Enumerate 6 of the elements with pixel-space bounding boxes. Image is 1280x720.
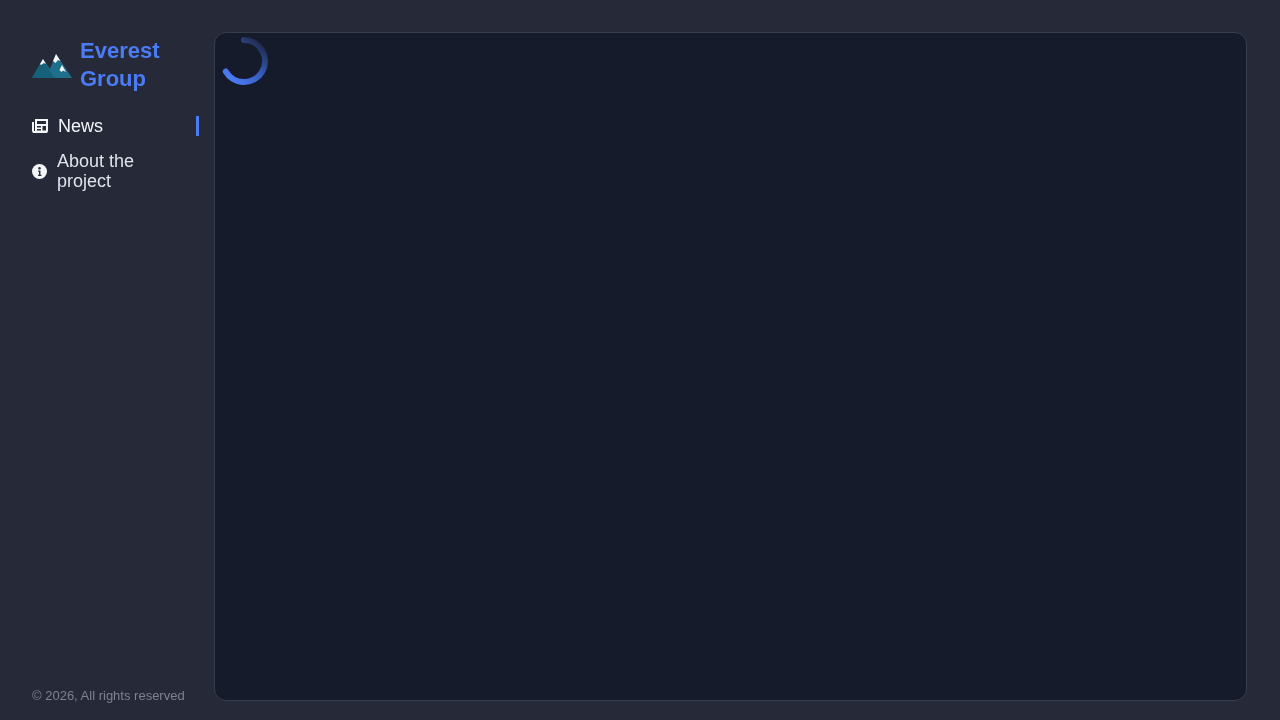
nav-link[interactable]: News <box>32 116 199 136</box>
nav-link[interactable]: About the project <box>32 151 199 191</box>
info-icon <box>32 163 47 179</box>
newspaper-icon <box>32 119 48 133</box>
copyright-text: © 2026, All rights reserved <box>32 687 186 705</box>
brand-name[interactable]: Everest Group <box>80 37 180 93</box>
